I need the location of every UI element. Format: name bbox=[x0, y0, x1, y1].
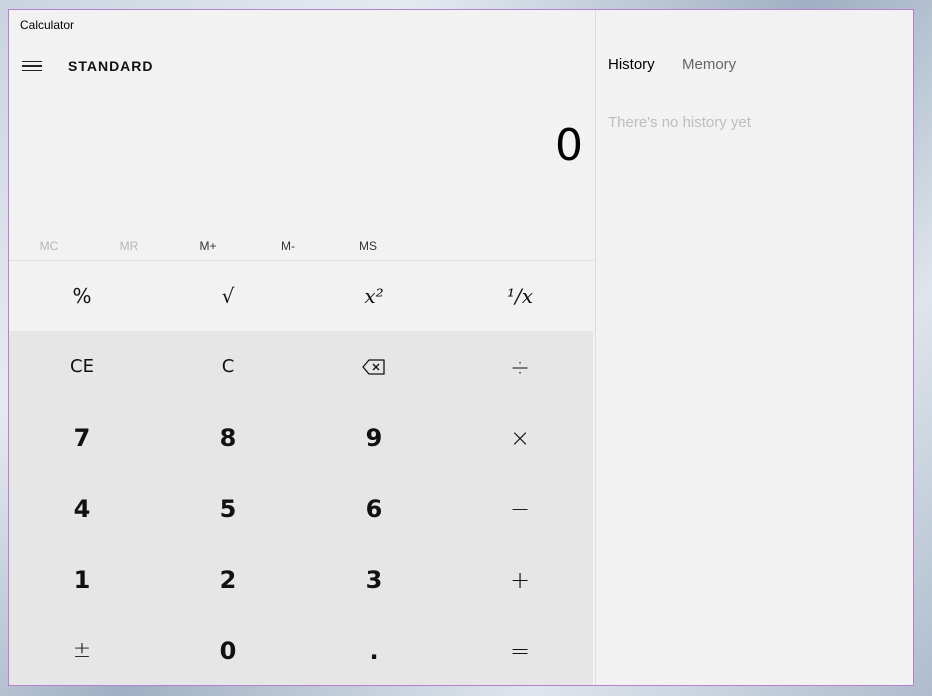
square-button[interactable]: x² bbox=[301, 261, 447, 331]
add-button[interactable]: + bbox=[447, 544, 593, 615]
digit-9-button[interactable]: 9 bbox=[301, 402, 447, 473]
square-root-button[interactable]: √ bbox=[155, 261, 301, 331]
hamburger-menu-icon[interactable] bbox=[21, 58, 43, 74]
digit-4-button[interactable]: 4 bbox=[9, 473, 155, 544]
memory-row: MC MR M+ M- MS bbox=[9, 232, 595, 260]
divide-button[interactable]: ÷ bbox=[447, 331, 593, 402]
backspace-button[interactable] bbox=[301, 331, 447, 402]
percent-button[interactable]: % bbox=[9, 261, 155, 331]
negate-button[interactable]: ± bbox=[9, 615, 155, 685]
backspace-icon bbox=[362, 358, 385, 375]
digit-3-button[interactable]: 3 bbox=[301, 544, 447, 615]
history-pane: History Memory There's no history yet bbox=[595, 10, 913, 685]
clear-button[interactable]: C bbox=[155, 331, 301, 402]
result-display: 0 bbox=[555, 120, 583, 171]
memory-recall-button[interactable]: MR bbox=[89, 232, 169, 260]
decimal-button[interactable]: . bbox=[301, 615, 447, 685]
digit-6-button[interactable]: 6 bbox=[301, 473, 447, 544]
digit-1-button[interactable]: 1 bbox=[9, 544, 155, 615]
app-title: Calculator bbox=[20, 18, 75, 32]
memory-clear-button[interactable]: MC bbox=[9, 232, 89, 260]
tab-memory[interactable]: Memory bbox=[682, 56, 736, 73]
memory-subtract-button[interactable]: M- bbox=[248, 232, 328, 260]
digit-8-button[interactable]: 8 bbox=[155, 402, 301, 473]
mode-title: STANDARD bbox=[68, 58, 154, 74]
tab-history[interactable]: History bbox=[608, 56, 655, 73]
subtract-button[interactable]: − bbox=[447, 473, 593, 544]
digit-2-button[interactable]: 2 bbox=[155, 544, 301, 615]
memory-store-button[interactable]: MS bbox=[328, 232, 408, 260]
multiply-button[interactable]: × bbox=[447, 402, 593, 473]
calculator-pane: STANDARD 0 MC MR M+ M- MS % √ x² ¹/x CE … bbox=[9, 40, 595, 685]
digit-7-button[interactable]: 7 bbox=[9, 402, 155, 473]
digit-5-button[interactable]: 5 bbox=[155, 473, 301, 544]
digit-0-button[interactable]: 0 bbox=[155, 615, 301, 685]
equals-button[interactable]: = bbox=[447, 615, 593, 685]
reciprocal-button[interactable]: ¹/x bbox=[447, 261, 593, 331]
history-empty-message: There's no history yet bbox=[608, 114, 751, 131]
clear-entry-button[interactable]: CE bbox=[9, 331, 155, 402]
memory-add-button[interactable]: M+ bbox=[168, 232, 248, 260]
calculator-window: Calculator STANDARD 0 MC MR M+ M- MS % √… bbox=[8, 9, 914, 686]
keypad: % √ x² ¹/x CE C ÷ 7 8 9 × 4 5 6 − 1 2 3 … bbox=[9, 261, 595, 685]
